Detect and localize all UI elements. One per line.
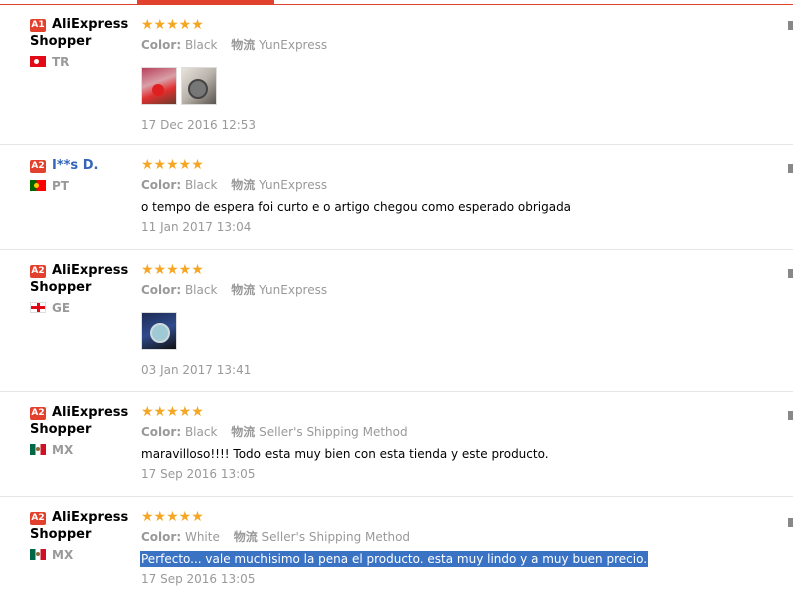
report-icon[interactable] bbox=[788, 21, 793, 30]
review-item: A2 AliExpress Shopper GE ★★★★★ Color: Bla… bbox=[0, 250, 793, 392]
color-label: Color: bbox=[141, 178, 182, 192]
shipping-value: Seller's Shipping Method bbox=[259, 425, 408, 439]
order-info: Color: Black 物流 Seller's Shipping Method bbox=[141, 424, 753, 440]
review-item: A2 AliExpress Shopper MX ★★★★★ Color: Whi… bbox=[0, 497, 793, 599]
color-label: Color: bbox=[141, 530, 182, 544]
review-photo-thumbnail[interactable] bbox=[141, 67, 177, 105]
review-date: 17 Dec 2016 12:53 bbox=[141, 118, 257, 132]
report-icon[interactable] bbox=[788, 411, 793, 420]
reviewer-info: A2 AliExpress Shopper GE bbox=[30, 262, 130, 315]
active-tab-indicator bbox=[137, 0, 274, 4]
color-value: Black bbox=[184, 283, 218, 297]
report-icon[interactable] bbox=[788, 164, 793, 173]
review-date: 17 Sep 2016 13:05 bbox=[141, 572, 256, 586]
order-info: Color: White 物流 Seller's Shipping Method bbox=[141, 529, 753, 545]
country-code: MX bbox=[52, 443, 74, 457]
reviewer-name: I**s D. bbox=[52, 158, 99, 173]
color-label: Color: bbox=[141, 283, 182, 297]
review-photo-thumbnail[interactable] bbox=[181, 67, 217, 105]
reviewer-name-block[interactable]: A2 I**s D. bbox=[30, 157, 130, 174]
review-feedback-text: maravilloso!!!! Todo esta muy bien con e… bbox=[141, 447, 549, 461]
reviewer-info: A2 AliExpress Shopper MX bbox=[30, 404, 130, 457]
country-code: MX bbox=[52, 548, 74, 562]
shipping-label: 物流 bbox=[233, 530, 258, 544]
buyer-level-badge: A2 bbox=[30, 512, 46, 525]
review-feedback-text-selected: Perfecto... vale muchisimo la pena el pr… bbox=[140, 551, 649, 567]
mexico-flag-icon bbox=[30, 444, 46, 455]
reviewer-country: PT bbox=[30, 179, 130, 193]
shipping-label: 物流 bbox=[231, 283, 256, 297]
star-rating: ★★★★★ bbox=[141, 17, 204, 33]
report-icon[interactable] bbox=[788, 269, 793, 278]
report-icon[interactable] bbox=[788, 518, 793, 527]
review-photos bbox=[141, 312, 753, 350]
review-item: A2 I**s D. PT ★★★★★ Color: Black 物流 YunEx… bbox=[0, 145, 793, 250]
review-item: A2 AliExpress Shopper MX ★★★★★ Color: Bla… bbox=[0, 392, 793, 497]
color-label: Color: bbox=[141, 425, 182, 439]
shipping-label: 物流 bbox=[231, 425, 256, 439]
georgia-flag-icon bbox=[30, 302, 46, 313]
review-date: 11 Jan 2017 13:04 bbox=[141, 220, 252, 234]
color-label: Color: bbox=[141, 38, 182, 52]
review-date: 17 Sep 2016 13:05 bbox=[141, 467, 256, 481]
shipping-value: YunExpress bbox=[259, 283, 328, 297]
country-code: TR bbox=[52, 55, 70, 69]
reviewer-name-block[interactable]: A2 AliExpress Shopper bbox=[30, 509, 130, 543]
color-value: Black bbox=[184, 425, 218, 439]
buyer-level-badge: A1 bbox=[30, 19, 46, 32]
portugal-flag-icon bbox=[30, 180, 46, 191]
review-item: A1 AliExpress Shopper TR ★★★★★ Color: Bla… bbox=[0, 5, 793, 145]
reviewer-info: A2 AliExpress Shopper MX bbox=[30, 509, 130, 562]
review-content: ★★★★★ Color: Black 物流 YunExpress o tempo… bbox=[141, 157, 753, 235]
shipping-label: 物流 bbox=[231, 38, 256, 52]
review-content: ★★★★★ Color: Black 物流 YunExpress 03 Jan … bbox=[141, 262, 753, 378]
star-rating: ★★★★★ bbox=[141, 157, 204, 173]
order-info: Color: Black 物流 YunExpress bbox=[141, 177, 753, 193]
order-info: Color: Black 物流 YunExpress bbox=[141, 37, 753, 53]
reviewer-country: TR bbox=[30, 55, 130, 69]
reviewer-country: MX bbox=[30, 548, 130, 562]
turkey-flag-icon bbox=[30, 56, 46, 67]
reviewer-info: A2 I**s D. PT bbox=[30, 157, 130, 193]
buyer-level-badge: A2 bbox=[30, 265, 46, 278]
reviewer-info: A1 AliExpress Shopper TR bbox=[30, 16, 130, 69]
country-code: GE bbox=[52, 301, 71, 315]
buyer-level-badge: A2 bbox=[30, 160, 46, 173]
order-info: Color: Black 物流 YunExpress bbox=[141, 282, 753, 298]
reviewer-country: GE bbox=[30, 301, 130, 315]
star-rating: ★★★★★ bbox=[141, 262, 204, 278]
star-rating: ★★★★★ bbox=[141, 509, 204, 525]
color-value: Black bbox=[184, 178, 218, 192]
review-photo-thumbnail[interactable] bbox=[141, 312, 177, 350]
reviewer-name-block[interactable]: A2 AliExpress Shopper bbox=[30, 404, 130, 438]
buyer-level-badge: A2 bbox=[30, 407, 46, 420]
color-value: Black bbox=[184, 38, 218, 52]
reviewer-country: MX bbox=[30, 443, 130, 457]
shipping-value: Seller's Shipping Method bbox=[261, 530, 411, 544]
shipping-value: YunExpress bbox=[259, 38, 328, 52]
mexico-flag-icon bbox=[30, 549, 46, 560]
color-value: White bbox=[184, 530, 220, 544]
reviewer-name-block[interactable]: A2 AliExpress Shopper bbox=[30, 262, 130, 296]
review-content: ★★★★★ Color: White 物流 Seller's Shipping … bbox=[140, 509, 753, 587]
review-feedback-text: o tempo de espera foi curto e o artigo c… bbox=[141, 200, 572, 214]
review-photos bbox=[141, 67, 753, 105]
review-content: ★★★★★ Color: Black 物流 YunExpress 17 Dec … bbox=[141, 17, 753, 133]
shipping-value: YunExpress bbox=[259, 178, 328, 192]
shipping-label: 物流 bbox=[231, 178, 256, 192]
country-code: PT bbox=[52, 179, 69, 193]
review-content: ★★★★★ Color: Black 物流 Seller's Shipping … bbox=[141, 404, 753, 482]
star-rating: ★★★★★ bbox=[141, 404, 204, 420]
review-date: 03 Jan 2017 13:41 bbox=[141, 363, 252, 377]
reviewer-name-block[interactable]: A1 AliExpress Shopper bbox=[30, 16, 130, 50]
